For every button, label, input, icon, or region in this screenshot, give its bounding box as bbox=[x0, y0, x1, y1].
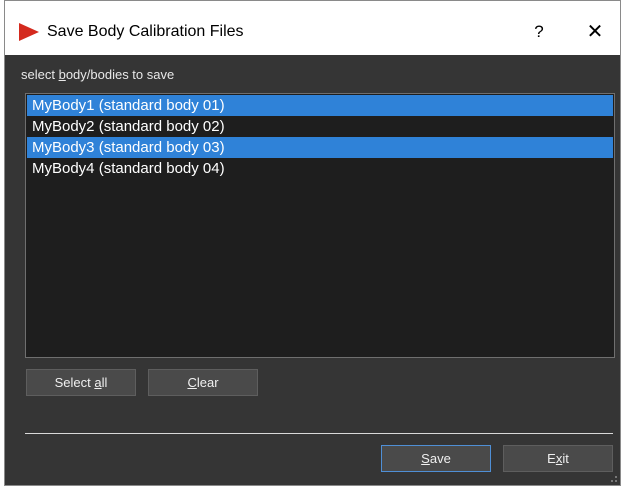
list-item-mybody3[interactable]: MyBody3 (standard body 03) bbox=[27, 137, 613, 158]
list-item-mybody4[interactable]: MyBody4 (standard body 04) bbox=[27, 158, 613, 179]
list-item-mybody2[interactable]: MyBody2 (standard body 02) bbox=[27, 116, 613, 137]
list-item-mybody1[interactable]: MyBody1 (standard body 01) bbox=[27, 95, 613, 116]
label-text-rest: ody/bodies to save bbox=[65, 67, 175, 82]
select-all-button[interactable]: Select all bbox=[26, 369, 136, 396]
body-list-label: select body/bodies to save bbox=[21, 66, 174, 84]
select-all-mnemonic: a bbox=[94, 375, 102, 390]
clear-mnemonic: C bbox=[187, 375, 197, 390]
dialog-content: select body/bodies to save MyBody1 (stan… bbox=[5, 55, 620, 485]
exit-rest: it bbox=[562, 451, 569, 466]
resize-grip-icon[interactable] bbox=[611, 476, 617, 482]
label-mnemonic: b bbox=[58, 67, 66, 82]
clear-rest: lear bbox=[196, 375, 219, 390]
save-rest: ave bbox=[429, 451, 451, 466]
save-mnemonic: S bbox=[421, 451, 430, 466]
select-all-rest: ll bbox=[101, 375, 108, 390]
separator-line bbox=[25, 433, 613, 434]
exit-button[interactable]: Exit bbox=[503, 445, 613, 472]
window-title: Save Body Calibration Files bbox=[47, 23, 244, 40]
help-button[interactable]: ? bbox=[519, 15, 559, 49]
clear-button[interactable]: Clear bbox=[148, 369, 258, 396]
title-bar[interactable]: Save Body Calibration Files ? ✕ bbox=[5, 1, 620, 55]
label-text-prefix: select bbox=[21, 67, 59, 82]
exit-prefix: E bbox=[547, 451, 556, 466]
body-listbox[interactable]: MyBody1 (standard body 01) MyBody2 (stan… bbox=[25, 93, 615, 358]
app-logo-icon bbox=[19, 23, 39, 41]
close-button[interactable]: ✕ bbox=[571, 15, 619, 49]
save-button[interactable]: Save bbox=[381, 445, 491, 472]
save-body-calibration-dialog: Save Body Calibration Files ? ✕ select b… bbox=[4, 0, 621, 486]
select-all-prefix: Select bbox=[54, 375, 95, 390]
